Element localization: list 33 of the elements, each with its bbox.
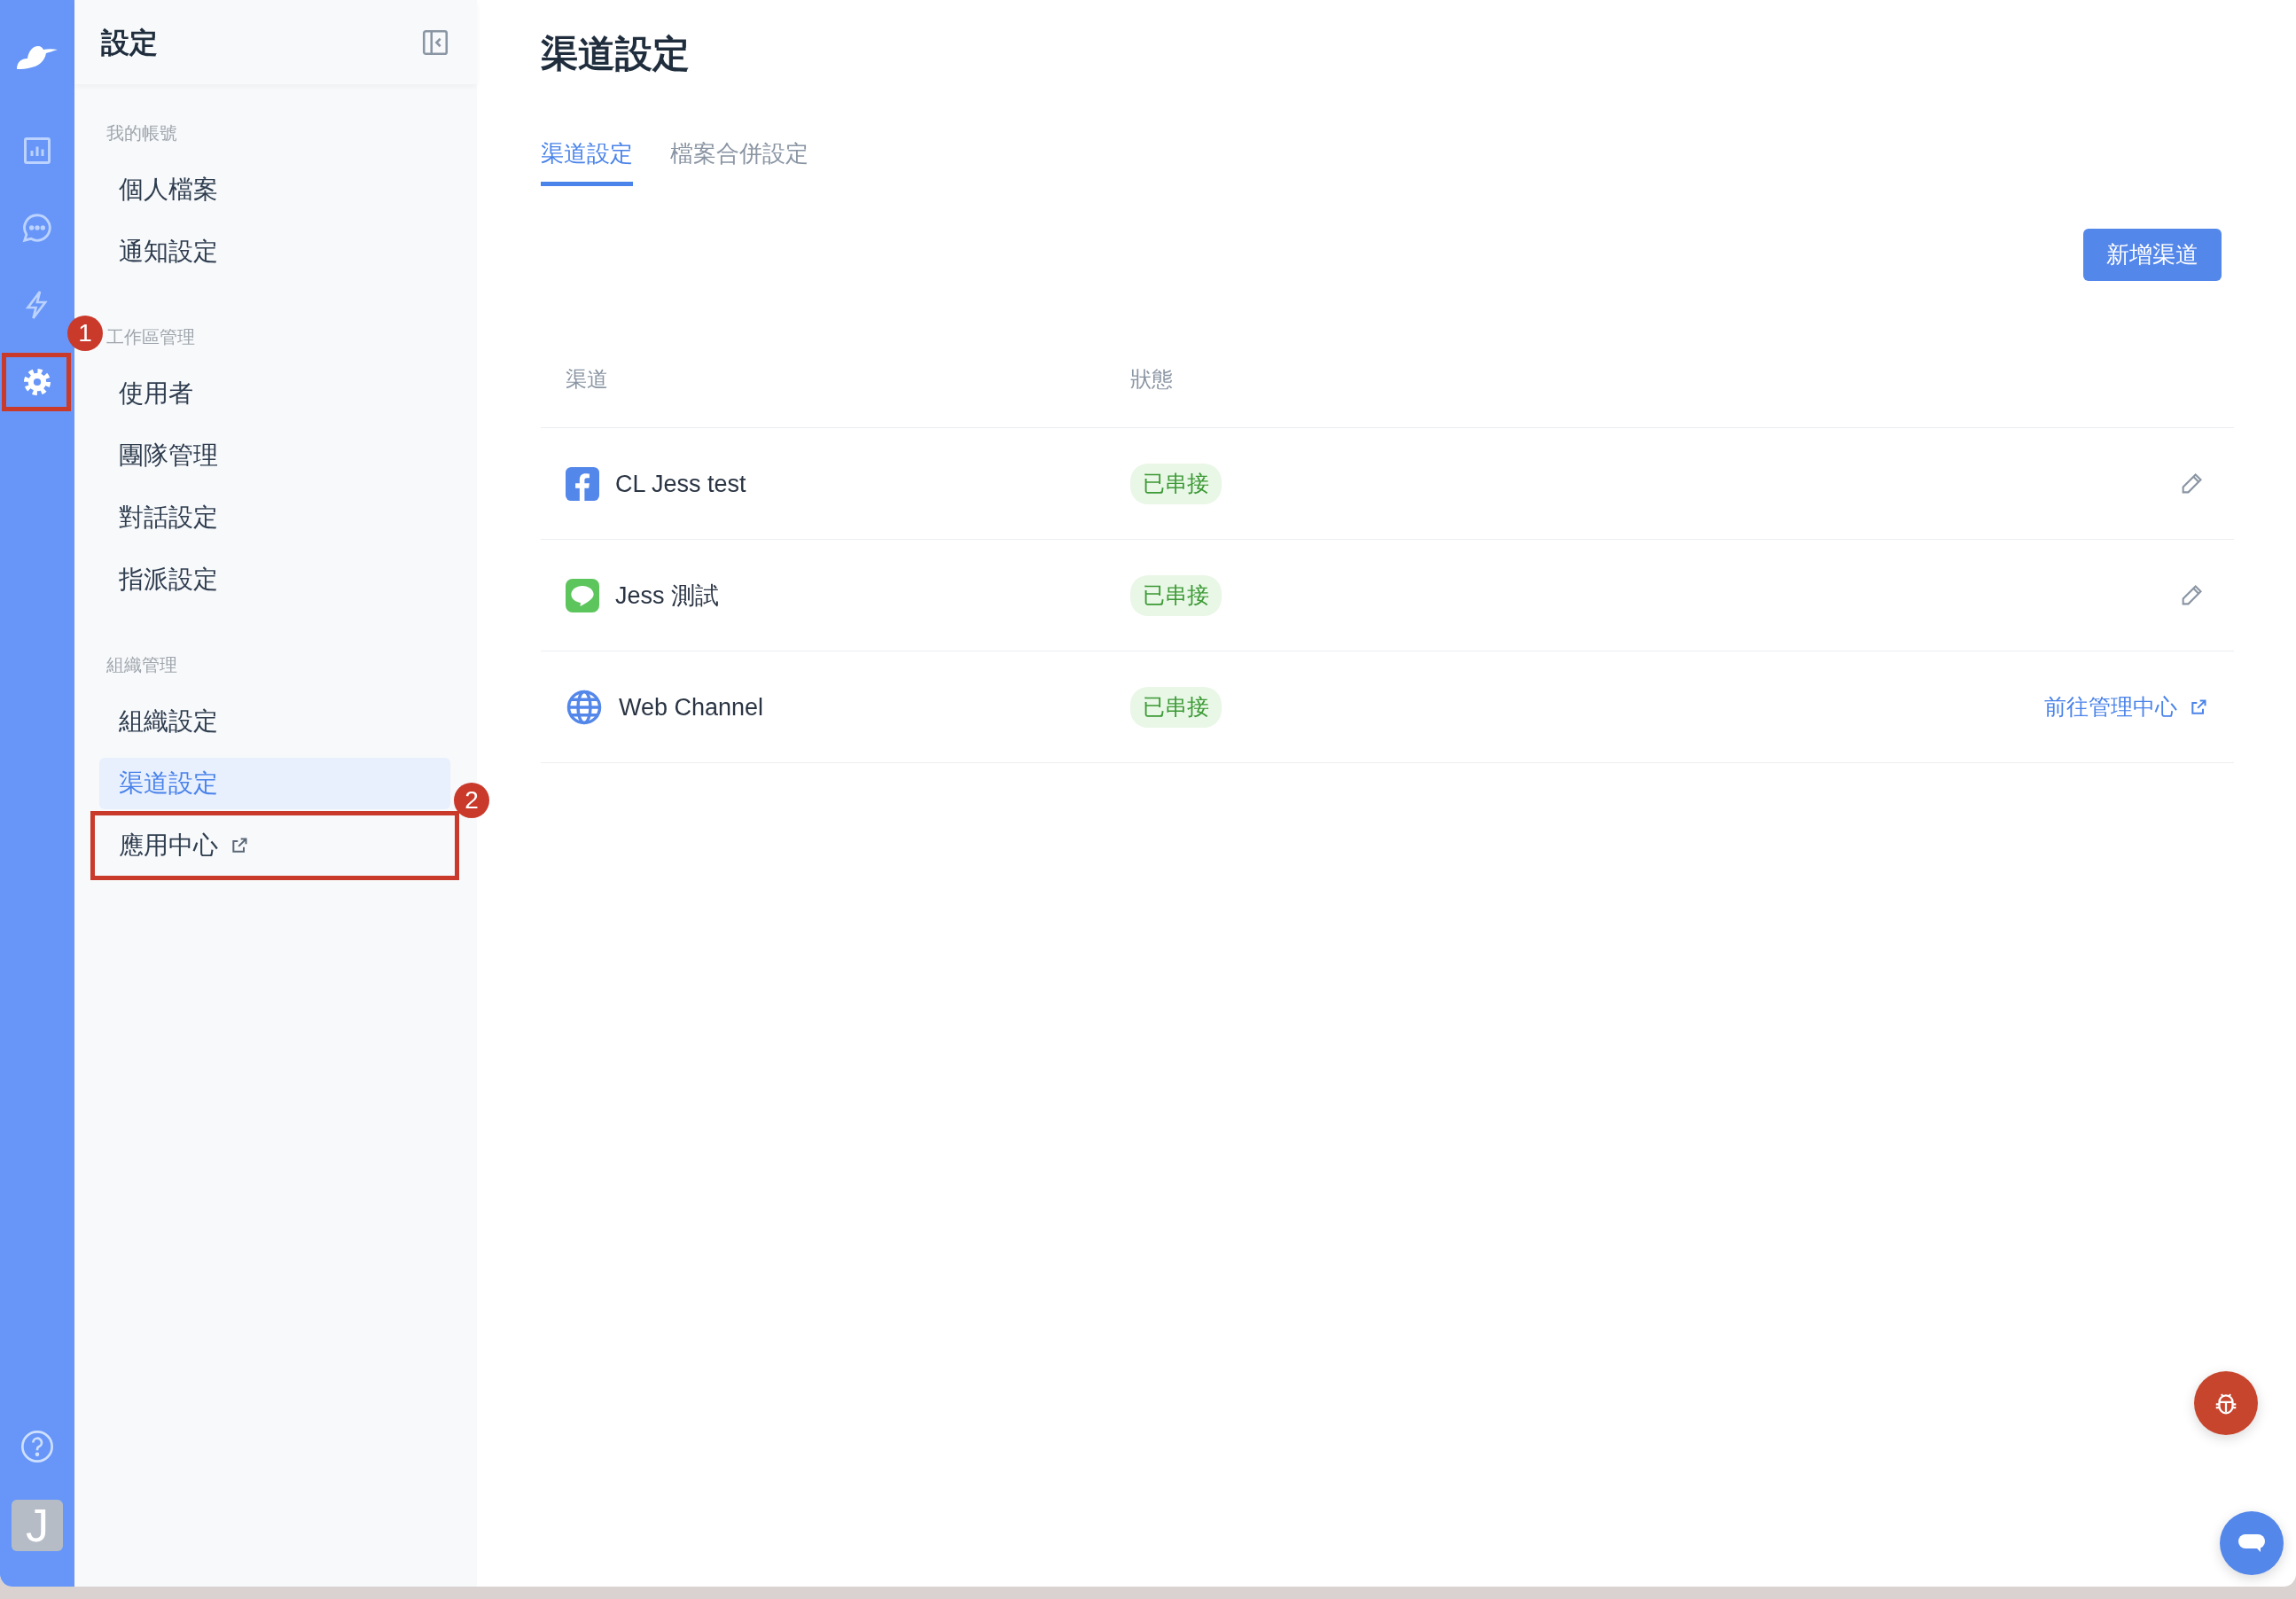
sidebar-item[interactable]: 對話設定	[99, 492, 450, 543]
status-tag: 已串接	[1130, 575, 1222, 616]
sidebar-item[interactable]: 通知設定	[99, 226, 450, 277]
column-header: 狀態	[1130, 366, 1173, 391]
step-number-badge: 2	[454, 783, 489, 818]
sidebar-item[interactable]: 應用中心	[99, 820, 450, 871]
manage-center-link[interactable]: 前往管理中心	[2044, 690, 2207, 724]
tab[interactable]: 渠道設定	[541, 136, 633, 187]
globe-icon	[566, 688, 603, 726]
chart-icon[interactable]	[21, 135, 53, 167]
status-tag: 已串接	[1130, 687, 1222, 728]
section-heading: 我的帳號	[106, 122, 178, 144]
chat-button[interactable]	[2220, 1511, 2284, 1575]
external-link-icon	[2190, 698, 2207, 716]
page-title: 渠道設定	[541, 32, 691, 76]
section-heading: 組織管理	[106, 654, 178, 676]
sidebar-item[interactable]: 團隊管理	[99, 430, 450, 481]
line-app-icon	[566, 578, 599, 612]
sidebar-item[interactable]: 個人檔案	[99, 164, 450, 215]
sidebar-item[interactable]: 組織設定	[99, 696, 450, 747]
channel-name: CL Jess test	[615, 469, 746, 499]
sidebar-title: 設定	[101, 25, 158, 60]
facebook-icon	[566, 466, 599, 501]
status-tag: 已串接	[1130, 464, 1222, 504]
bug-report-button[interactable]	[2194, 1371, 2258, 1435]
channel-name: Jess 測試	[615, 581, 720, 611]
sidebar-item[interactable]: 使用者	[99, 368, 450, 419]
channel-name: Web Channel	[619, 692, 764, 722]
column-header: 渠道	[566, 365, 608, 393]
help-icon[interactable]	[20, 1429, 55, 1464]
chat-bubble-icon[interactable]	[20, 211, 54, 245]
section-heading: 工作區管理	[106, 326, 196, 348]
sidebar-item[interactable]: 指派設定	[99, 554, 450, 605]
